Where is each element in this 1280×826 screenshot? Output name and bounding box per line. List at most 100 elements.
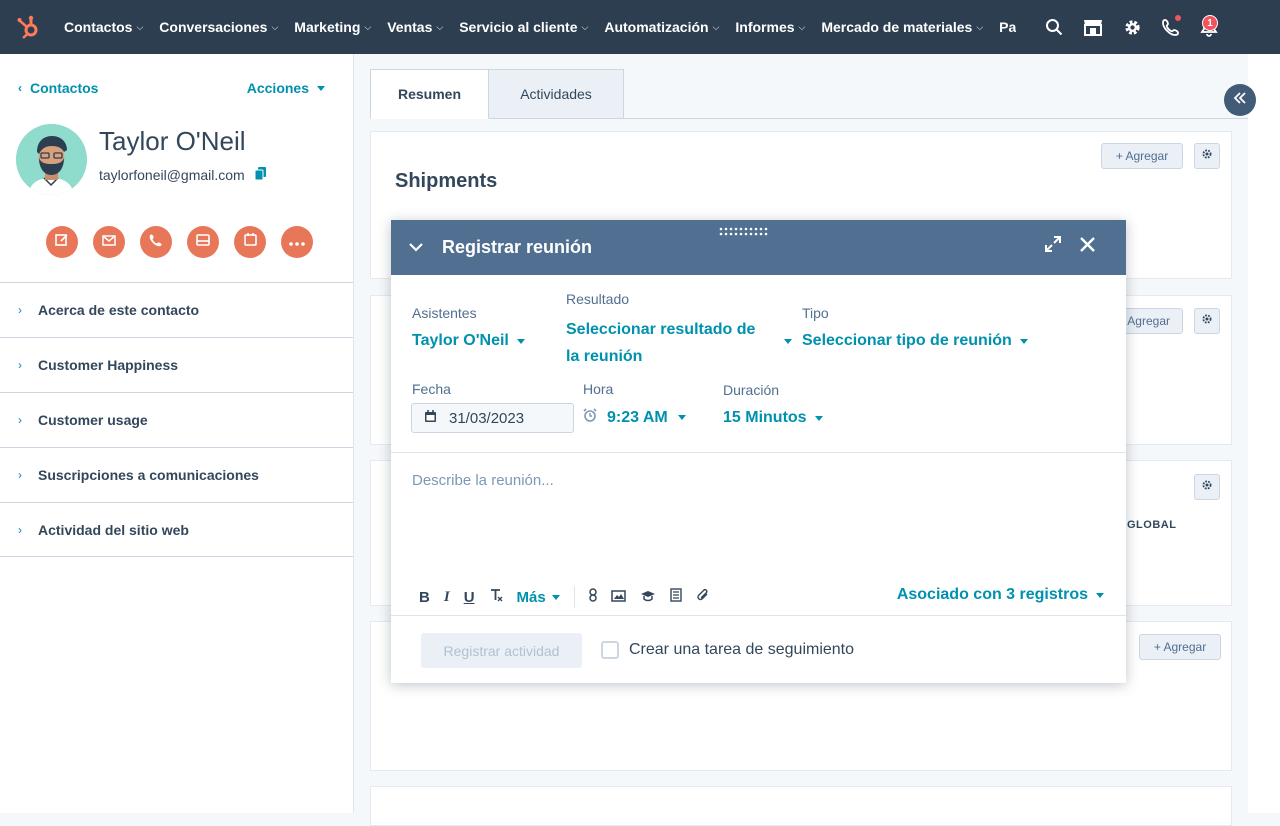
close-icon[interactable] <box>1079 236 1096 258</box>
chevron-down-icon[interactable] <box>409 239 423 257</box>
bold-icon[interactable]: B <box>419 589 430 606</box>
nav-item-mercado[interactable]: Mercado de materiales ⌵ <box>813 19 991 35</box>
notification-badge: 1 <box>1202 15 1218 31</box>
image-icon[interactable] <box>610 589 626 606</box>
add-button[interactable]: + Agregar <box>1139 634 1221 660</box>
card-settings-button[interactable] <box>1194 143 1220 169</box>
divider <box>391 452 1126 453</box>
search-icon[interactable] <box>1045 18 1063 36</box>
sidebar-header: ‹ Contactos Acciones <box>0 54 353 96</box>
log-button[interactable] <box>187 226 219 258</box>
phone-status-dot <box>1174 14 1182 22</box>
chevron-right-icon: › <box>18 358 22 372</box>
result-select[interactable]: Seleccionar resultado de la reunión <box>566 316 798 370</box>
actions-dropdown[interactable]: Acciones <box>247 80 325 96</box>
tab-actividades[interactable]: Actividades <box>489 69 624 119</box>
dialog-header[interactable]: Registrar reunión <box>391 220 1126 275</box>
meeting-button[interactable] <box>234 226 266 258</box>
card-settings-button[interactable] <box>1194 308 1220 334</box>
section-customer-happiness[interactable]: › Customer Happiness <box>0 337 353 392</box>
chevron-down-icon: ⌵ <box>436 21 444 32</box>
tabs-divider <box>624 118 1248 119</box>
attachment-icon[interactable] <box>696 588 710 606</box>
copy-icon[interactable] <box>254 167 266 183</box>
more-label: Más <box>516 588 546 606</box>
chevron-right-icon: › <box>18 303 22 317</box>
note-button[interactable] <box>46 226 78 258</box>
meeting-icon <box>243 233 257 251</box>
card-settings-button[interactable] <box>1194 474 1220 500</box>
gear-icon <box>1201 312 1213 330</box>
top-navigation: Contactos ⌵ Conversaciones ⌵ Marketing ⌵ Ve… <box>0 0 1280 54</box>
nav-item-ventas[interactable]: Ventas ⌵ <box>379 19 451 35</box>
underline-icon[interactable]: U <box>464 589 475 606</box>
nav-item-conversaciones[interactable]: Conversaciones ⌵ <box>151 19 286 35</box>
link-icon[interactable] <box>588 588 597 606</box>
avatar[interactable] <box>16 124 87 195</box>
chevron-right-icon: › <box>18 522 22 537</box>
chevron-down-icon: ⌵ <box>798 21 806 32</box>
knowledge-icon[interactable] <box>640 589 656 606</box>
followup-task-checkbox[interactable]: Crear una tarea de seguimiento <box>601 641 854 659</box>
nav-item-partners[interactable]: Part <box>991 19 1016 35</box>
attendees-value: Taylor O'Neil <box>412 332 509 349</box>
section-customer-usage[interactable]: › Customer usage <box>0 392 353 447</box>
section-subscriptions[interactable]: › Suscripciones a comunicaciones <box>0 447 353 502</box>
section-label: Actividad del sitio web <box>38 521 189 538</box>
description-editor[interactable]: Describe la reunión... <box>412 472 554 489</box>
caret-down-icon <box>1019 338 1028 344</box>
associations-dropdown[interactable]: Asociado con 3 registros <box>897 586 1104 604</box>
nav-label: Ventas <box>387 19 433 35</box>
log-activity-button[interactable]: Registrar actividad <box>421 633 582 668</box>
type-select[interactable]: Seleccionar tipo de reunión <box>802 332 1028 350</box>
more-button[interactable] <box>281 226 313 258</box>
drag-handle-icon[interactable] <box>719 224 771 236</box>
double-chevron-left-icon <box>1233 91 1247 109</box>
nav-item-servicio[interactable]: Servicio al cliente ⌵ <box>451 19 596 35</box>
nav-item-contactos[interactable]: Contactos ⌵ <box>56 19 151 35</box>
tab-resumen[interactable]: Resumen <box>370 69 489 119</box>
hubspot-logo[interactable] <box>0 0 56 54</box>
result-value: Seleccionar resultado de <box>566 321 756 338</box>
nav-item-automatizacion[interactable]: Automatización ⌵ <box>596 19 727 35</box>
expand-icon[interactable] <box>1045 236 1061 258</box>
gear-icon[interactable] <box>1123 18 1142 37</box>
result-label: Resultado <box>566 291 630 307</box>
nav-label: Part <box>999 19 1016 35</box>
associations-label: Asociado con 3 registros <box>896 586 1088 603</box>
note-icon <box>55 233 69 252</box>
email-button[interactable] <box>93 226 125 258</box>
marketplace-icon[interactable] <box>1083 18 1103 36</box>
editor-toolbar: B I U Más <box>419 586 710 608</box>
call-button[interactable] <box>140 226 172 258</box>
chevron-down-icon: ⌵ <box>364 21 372 32</box>
record-tabs: Resumen Actividades <box>370 69 624 119</box>
contact-actions <box>46 226 313 258</box>
nav-menu: Contactos ⌵ Conversaciones ⌵ Marketing ⌵ Ve… <box>56 0 1016 54</box>
back-to-contacts-link[interactable]: ‹ Contactos <box>18 80 98 96</box>
add-button[interactable]: + Agregar <box>1101 143 1183 169</box>
nav-label: Informes <box>735 19 795 35</box>
time-label: Hora <box>583 381 614 397</box>
date-input[interactable]: 31/03/2023 <box>411 403 574 433</box>
italic-icon[interactable]: I <box>444 589 450 606</box>
phone-icon[interactable] <box>1162 14 1182 36</box>
section-label: Customer usage <box>38 412 148 428</box>
time-select[interactable]: 9:23 AM <box>583 408 686 427</box>
right-rail <box>1248 54 1280 813</box>
checkbox[interactable] <box>601 641 619 659</box>
nav-item-marketing[interactable]: Marketing ⌵ <box>286 19 379 35</box>
snippet-icon[interactable] <box>670 588 682 606</box>
more-formatting-dropdown[interactable]: Más <box>517 589 560 606</box>
section-label: Acerca de este contacto <box>38 302 200 318</box>
attendees-select[interactable]: Taylor O'Neil <box>412 332 525 350</box>
nav-item-informes[interactable]: Informes ⌵ <box>727 19 813 35</box>
section-website-activity[interactable]: › Actividad del sitio web <box>0 502 353 557</box>
nav-label: Marketing <box>294 19 361 35</box>
chevron-down-icon: ⌵ <box>136 21 144 32</box>
clear-format-icon[interactable] <box>489 588 503 606</box>
collapse-panel-button[interactable] <box>1224 84 1256 116</box>
caret-down-icon <box>814 415 823 421</box>
section-about[interactable]: › Acerca de este contacto <box>0 282 353 337</box>
duration-select[interactable]: 15 Minutos <box>723 409 823 427</box>
